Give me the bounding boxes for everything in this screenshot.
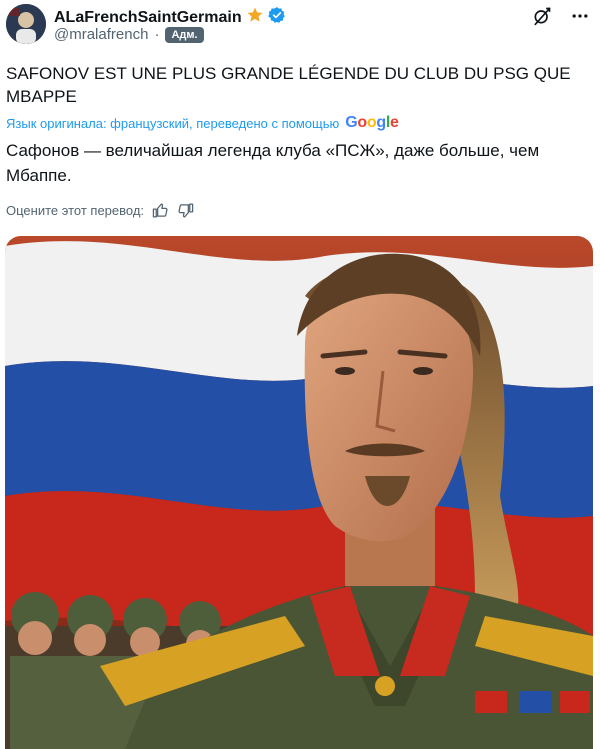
thumbs-down-icon[interactable] — [177, 202, 194, 219]
handle[interactable]: @mralafrench — [54, 26, 148, 43]
separator-dot: · — [154, 26, 160, 43]
translation-label[interactable]: Язык оригинала: французский, переведено … — [6, 116, 339, 131]
translation-meta: Язык оригинала: французский, переведено … — [6, 114, 399, 132]
more-icon[interactable] — [570, 6, 590, 31]
role-badge: Адм. — [165, 26, 204, 43]
photo-image[interactable] — [5, 236, 593, 749]
tweet-translated-text: Сафонов — величайшая легенда клуба «ПСЖ»… — [6, 141, 540, 185]
verified-badge-icon — [267, 6, 286, 29]
top-actions — [532, 6, 590, 31]
google-logo: Google — [345, 114, 399, 131]
rate-label: Оцените этот перевод: — [6, 203, 145, 218]
poster-illustration — [5, 236, 593, 749]
tweet-original-text: SAFONOV EST UNE PLUS GRANDE LÉGENDE DU C… — [6, 64, 571, 106]
handle-row: @mralafrench · Адм. — [54, 26, 204, 43]
avatar[interactable] — [6, 4, 46, 44]
display-name[interactable]: ALaFrenchSaintGermain — [54, 9, 242, 27]
rate-translation: Оцените этот перевод: — [6, 202, 194, 219]
medal-ribbon — [475, 691, 507, 713]
thumbs-up-icon[interactable] — [152, 202, 169, 219]
tweet-header: ALaFrenchSaintGermain @mralafrench · Адм… — [0, 0, 600, 52]
star-icon — [246, 6, 264, 29]
grok-icon[interactable] — [532, 6, 552, 31]
avatar-image — [6, 4, 46, 44]
